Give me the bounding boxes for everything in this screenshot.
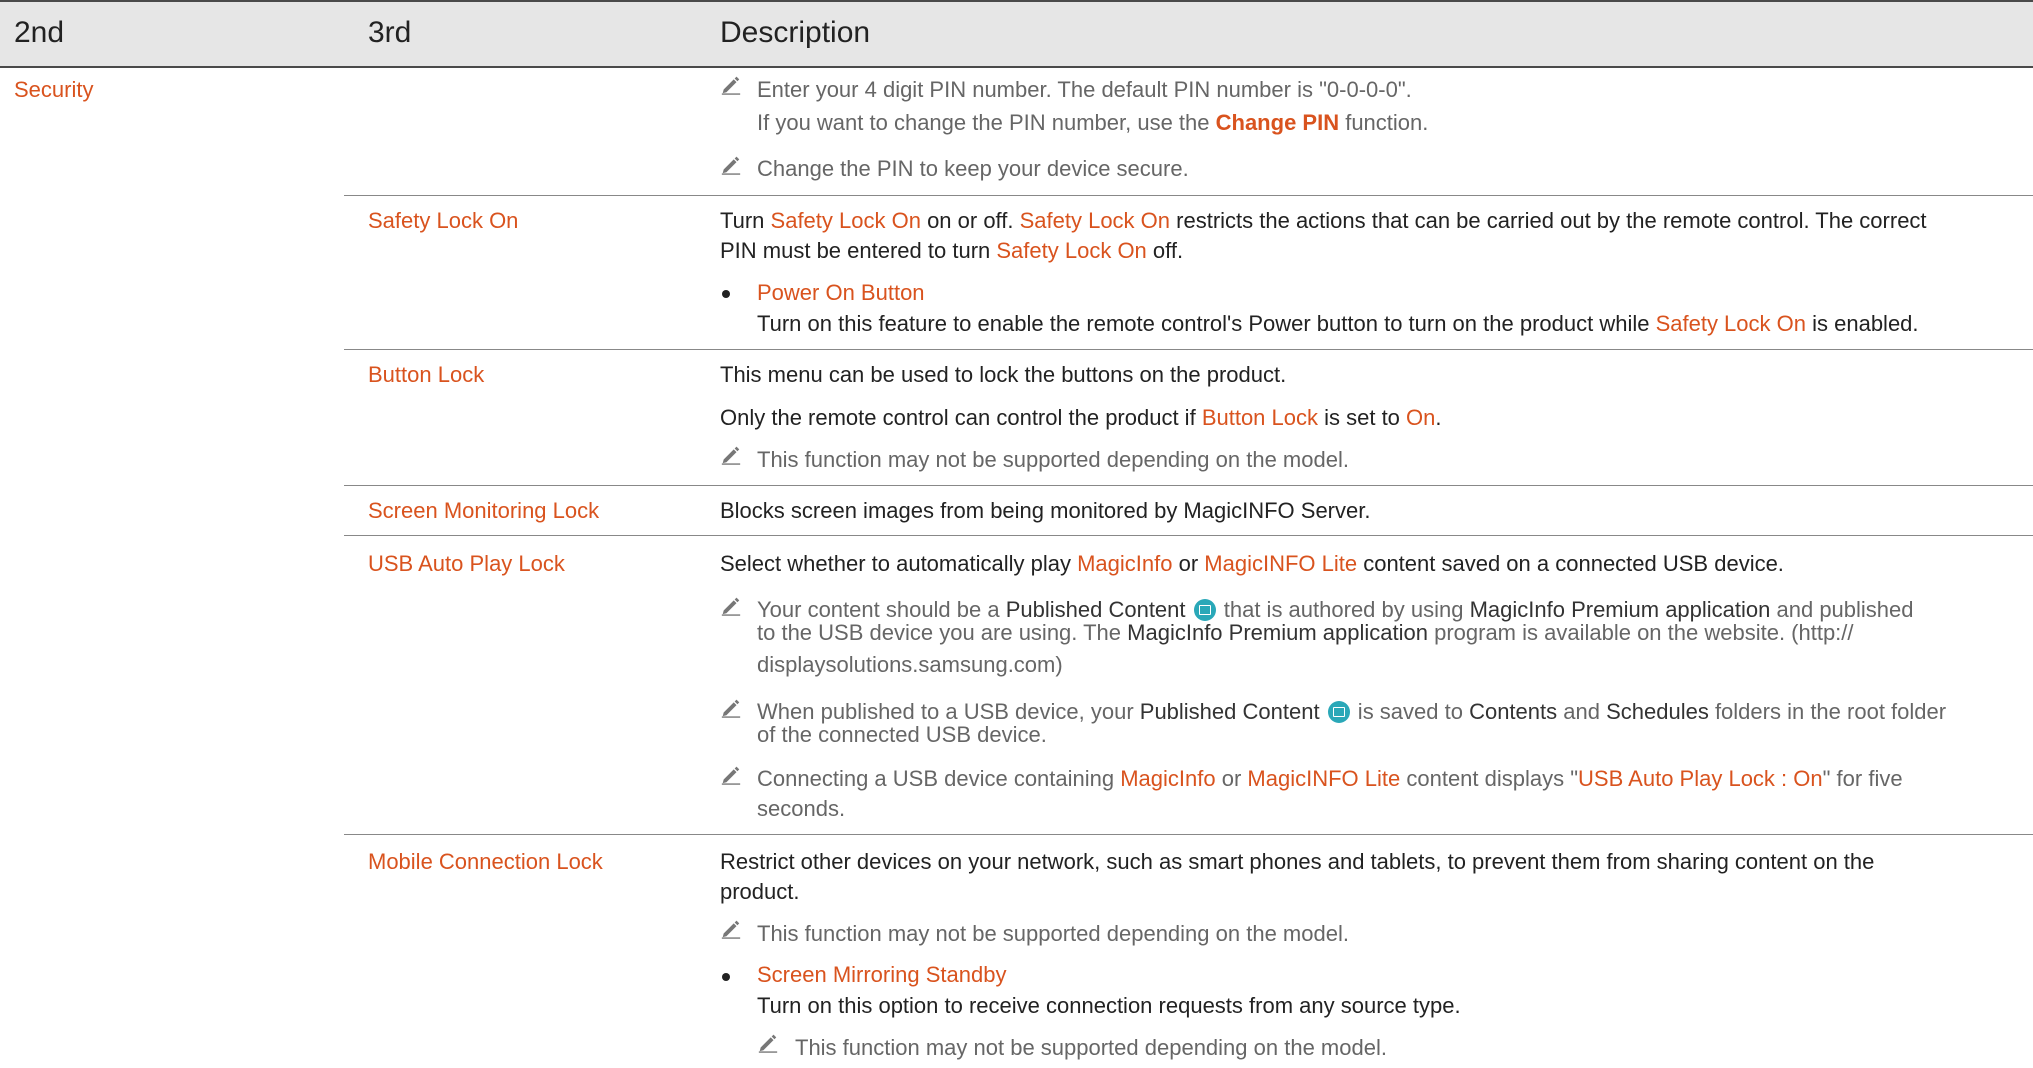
row-divider [344, 349, 2033, 350]
mobile-lock-desc-1: Restrict other devices on your network, … [720, 849, 1875, 874]
pencil-icon [720, 443, 742, 465]
usb-note-3-line-1: Connecting a USB device containing Magic… [757, 766, 1903, 791]
screen-mirroring-note: This function may not be supported depen… [795, 1035, 1387, 1060]
screen-monitoring-desc: Blocks screen images from being monitore… [720, 498, 1371, 523]
pencil-icon [720, 763, 742, 785]
button-lock-label: Button Lock [368, 362, 485, 387]
row-divider [344, 535, 2033, 536]
usb-note-3-line-2: seconds. [757, 796, 846, 821]
header-description: Description [720, 16, 871, 49]
security-label: Security [14, 77, 94, 102]
usb-note-1-line-2: to the USB device you are using. The Mag… [757, 620, 1854, 645]
pencil-icon [720, 73, 742, 95]
screen-mirroring-standby-label: Screen Mirroring Standby [757, 962, 1007, 987]
pencil-icon [720, 153, 742, 175]
bullet-dot [722, 290, 730, 298]
usb-lock-desc: Select whether to automatically play Mag… [720, 551, 1784, 576]
power-on-button-desc: Turn on this feature to enable the remot… [757, 311, 1919, 336]
usb-note-2-line-2: of the connected USB device. [757, 722, 1047, 747]
button-lock-note: This function may not be supported depen… [757, 447, 1349, 472]
row-divider [344, 834, 2033, 835]
button-lock-desc-2: Only the remote control can control the … [720, 405, 1442, 430]
button-lock-desc-1: This menu can be used to lock the button… [720, 362, 1287, 387]
screen-mirroring-standby-desc: Turn on this option to receive connectio… [757, 993, 1461, 1018]
published-content-icon [1193, 599, 1216, 621]
row-divider [344, 195, 2033, 196]
mobile-lock-desc-2: product. [720, 879, 800, 904]
bullet-dot [722, 973, 730, 981]
mobile-connection-lock-label: Mobile Connection Lock [368, 849, 603, 874]
usb-auto-play-lock-label: USB Auto Play Lock [368, 551, 565, 576]
change-pin-link[interactable]: Change PIN [1216, 110, 1339, 135]
pencil-icon [720, 917, 742, 939]
published-content-icon [1327, 701, 1350, 723]
pin-note-2: Change the PIN to keep your device secur… [757, 156, 1189, 181]
safety-lock-desc-1: Turn Safety Lock On on or off. Safety Lo… [720, 208, 1927, 233]
pencil-icon [720, 696, 742, 718]
safety-lock-label: Safety Lock On [368, 208, 519, 233]
safety-lock-desc-2: PIN must be entered to turn Safety Lock … [720, 238, 1184, 263]
table-header: 2nd 3rd Description [0, 0, 2033, 68]
header-3rd: 3rd [368, 16, 412, 49]
pencil-icon [757, 1031, 779, 1053]
pin-note-1b: If you want to change the PIN number, us… [757, 110, 1429, 135]
usb-note-1-line-3: displaysolutions.samsung.com) [757, 652, 1063, 677]
power-on-button-label: Power On Button [757, 280, 925, 305]
row-divider [344, 485, 2033, 486]
screen-monitoring-lock-label: Screen Monitoring Lock [368, 498, 600, 523]
pin-note-1: Enter your 4 digit PIN number. The defau… [757, 77, 1412, 102]
header-2nd: 2nd [14, 16, 65, 49]
mobile-lock-note: This function may not be supported depen… [757, 921, 1349, 946]
pencil-icon [720, 594, 742, 616]
